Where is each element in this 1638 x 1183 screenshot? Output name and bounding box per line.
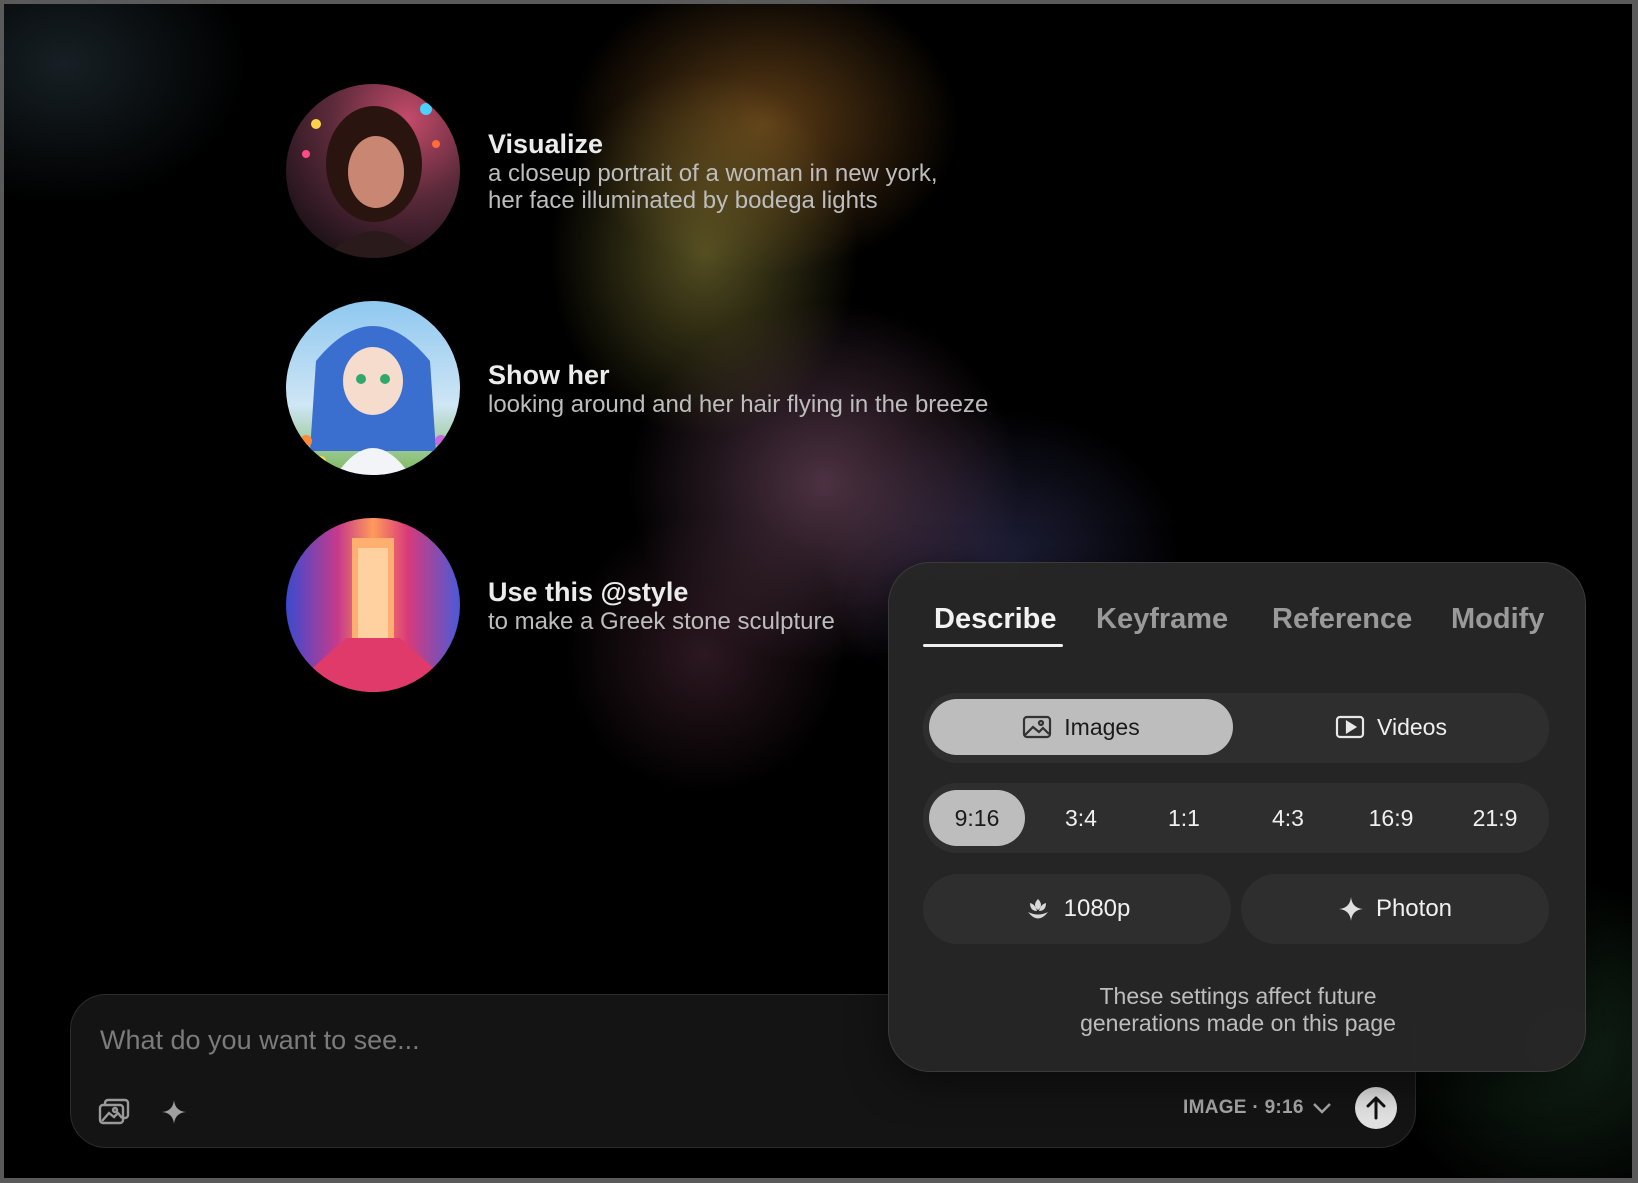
settings-panel: Describe Keyframe Reference Modify Image…	[888, 562, 1586, 1072]
sparkle-icon[interactable]	[157, 1095, 191, 1129]
prompt-text: Visualize a closeup portrait of a woman …	[488, 128, 938, 214]
mode-label: IMAGE · 9:16	[1183, 1097, 1304, 1118]
settings-note-line: These settings affect future	[1099, 983, 1377, 1009]
model-label: Photon	[1375, 895, 1453, 922]
ratio-option[interactable]: 4:3	[1240, 790, 1336, 846]
sparkle-icon	[1338, 897, 1363, 921]
app-frame: Visualize a closeup portrait of a woman …	[0, 0, 1638, 1183]
prompt-description: her face illuminated by bodega lights	[488, 187, 878, 214]
tab-keyframe[interactable]: Keyframe	[1096, 603, 1228, 636]
portrait-thumbnail	[286, 84, 460, 258]
image-icon	[1023, 715, 1052, 739]
tab-modify[interactable]: Modify	[1451, 603, 1544, 636]
resolution-button[interactable]: 1080p	[923, 874, 1231, 944]
images-label: Images	[1064, 713, 1140, 740]
ratio-option[interactable]: 21:9	[1447, 790, 1543, 846]
aspect-ratio-selector: 9:16 3:4 1:1 4:3 16:9 21:9	[923, 783, 1549, 853]
video-icon	[1335, 715, 1365, 739]
active-tab-indicator	[923, 644, 1063, 647]
mode-selector[interactable]: IMAGE · 9:16	[1183, 1097, 1332, 1119]
prompt-description: to make a Greek stone sculpture	[488, 607, 835, 635]
image-upload-icon[interactable]	[97, 1095, 131, 1129]
prompt-title: Show her	[488, 359, 610, 390]
prompt-text: Use this @style to make a Greek stone sc…	[488, 576, 835, 635]
resolution-label: 1080p	[1063, 895, 1131, 922]
tab-describe[interactable]: Describe	[934, 603, 1057, 636]
prompt-title: Visualize	[488, 129, 604, 159]
prompt-description: looking around and her hair flying in th…	[488, 390, 989, 418]
send-button[interactable]	[1355, 1087, 1397, 1129]
flower-icon	[1027, 899, 1048, 919]
ratio-option[interactable]: 1:1	[1136, 790, 1232, 846]
prompt-suggestion-show-her[interactable]: Show her looking around and her hair fly…	[286, 301, 988, 475]
settings-note: These settings affect future generations…	[889, 983, 1587, 1037]
arrow-up-icon	[1366, 1096, 1386, 1120]
media-type-toggle: Images Videos	[923, 693, 1549, 763]
images-button[interactable]: Images	[929, 699, 1233, 755]
prompt-suggestion-visualize[interactable]: Visualize a closeup portrait of a woman …	[286, 84, 938, 258]
neon-corridor-thumbnail	[286, 518, 460, 692]
prompt-title: Use this @style	[488, 576, 689, 607]
videos-button[interactable]: Videos	[1239, 699, 1543, 755]
prompt-description: a closeup portrait of a woman in new yor…	[488, 160, 938, 187]
model-button[interactable]: Photon	[1241, 874, 1549, 944]
prompt-suggestion-use-style[interactable]: Use this @style to make a Greek stone sc…	[286, 518, 835, 692]
prompt-text: Show her looking around and her hair fly…	[488, 359, 988, 418]
anime-girl-thumbnail	[286, 301, 460, 475]
ratio-option[interactable]: 9:16	[929, 790, 1025, 846]
tab-reference[interactable]: Reference	[1272, 603, 1412, 636]
chevron-down-icon	[1312, 1103, 1331, 1114]
videos-label: Videos	[1377, 713, 1447, 740]
settings-note-line: generations made on this page	[1080, 1010, 1396, 1036]
ratio-option[interactable]: 16:9	[1343, 790, 1439, 846]
ratio-option[interactable]: 3:4	[1033, 790, 1129, 846]
prompt-input[interactable]	[98, 1017, 902, 1063]
